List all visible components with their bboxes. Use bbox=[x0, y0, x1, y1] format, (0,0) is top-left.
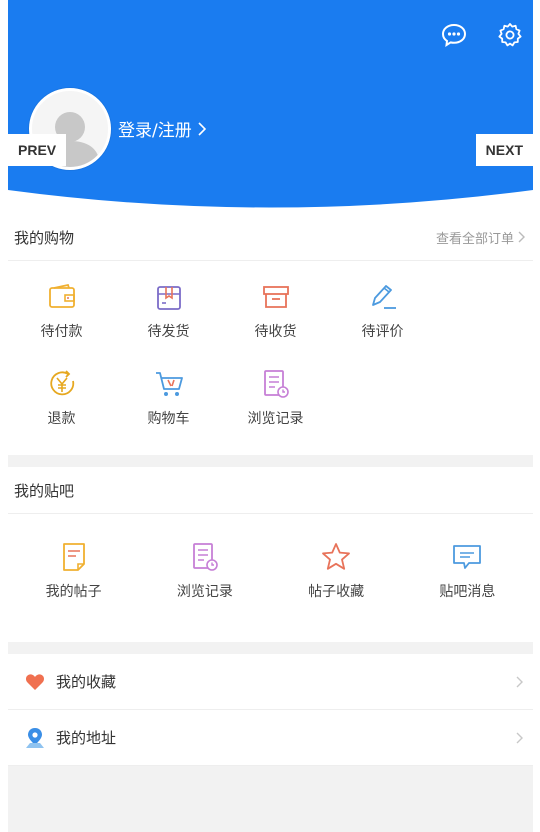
row-label: 我的地址 bbox=[56, 729, 117, 747]
refund-yen-icon bbox=[46, 368, 78, 400]
item-label: 贴吧消息 bbox=[439, 584, 496, 600]
view-all-orders-label: 查看全部订单 bbox=[435, 231, 514, 247]
shopping-cart-item[interactable]: 购物车 bbox=[115, 354, 222, 441]
tieba-messages-item[interactable]: 贴吧消息 bbox=[402, 526, 533, 616]
section-divider bbox=[8, 642, 533, 654]
next-button[interactable]: NEXT bbox=[475, 134, 533, 166]
login-register-label: 登录/注册 bbox=[118, 121, 192, 141]
item-label: 退款 bbox=[47, 410, 76, 427]
tieba-grid: 我的帖子 浏览记录 帖子收藏 贴吧消息 bbox=[8, 514, 533, 642]
shopping-grid: 待付款 待发货 待收货 待评价 退款 购物车 浏览记录 bbox=[8, 261, 533, 455]
wallet-icon bbox=[46, 281, 78, 313]
item-label: 待发货 bbox=[147, 323, 190, 340]
item-label: 待收货 bbox=[254, 323, 297, 340]
gear-icon[interactable] bbox=[495, 20, 525, 50]
my-posts-item[interactable]: 我的帖子 bbox=[8, 526, 139, 616]
star-icon bbox=[320, 541, 352, 573]
browsing-history-item[interactable]: 浏览记录 bbox=[222, 354, 329, 441]
message-icon bbox=[451, 541, 483, 573]
chevron-right-icon bbox=[516, 732, 523, 744]
chevron-right-icon bbox=[516, 676, 523, 688]
item-label: 浏览记录 bbox=[247, 410, 304, 427]
my-tieba-section: 我的贴吧 我的帖子 浏览记录 帖子收藏 贴吧消息 bbox=[8, 467, 533, 642]
my-favorites-row[interactable]: 我的收藏 bbox=[8, 654, 533, 710]
login-register-link[interactable]: 登录/注册 bbox=[118, 116, 206, 141]
item-label: 我的帖子 bbox=[45, 584, 102, 600]
my-tieba-header: 我的贴吧 bbox=[8, 467, 533, 514]
row-label: 我的收藏 bbox=[56, 673, 117, 691]
me-page: 登录/注册 PREV NEXT 我的购物 查看全部订单 待付款 待发货 待收货 … bbox=[8, 0, 533, 832]
pending-payment-item[interactable]: 待付款 bbox=[8, 267, 115, 354]
chevron-right-icon bbox=[518, 231, 525, 243]
menu-list: 我的收藏 我的地址 bbox=[8, 654, 533, 766]
location-pin-icon bbox=[24, 727, 46, 749]
cart-icon bbox=[153, 368, 185, 400]
item-label: 帖子收藏 bbox=[308, 584, 365, 600]
box-icon bbox=[260, 281, 292, 313]
pencil-icon bbox=[367, 281, 399, 313]
chevron-right-icon bbox=[198, 121, 206, 136]
chat-icon[interactable] bbox=[439, 20, 469, 50]
section-title: 我的购物 bbox=[14, 228, 75, 247]
heart-icon bbox=[24, 671, 46, 693]
section-divider bbox=[8, 455, 533, 467]
item-label: 待付款 bbox=[40, 323, 83, 340]
profile-header: 登录/注册 PREV NEXT bbox=[8, 0, 533, 214]
section-title: 我的贴吧 bbox=[14, 481, 75, 500]
my-shopping-section: 我的购物 查看全部订单 待付款 待发货 待收货 待评价 退款 购物车 浏览记录 bbox=[8, 214, 533, 455]
tieba-history-item[interactable]: 浏览记录 bbox=[139, 526, 270, 616]
my-address-row[interactable]: 我的地址 bbox=[8, 710, 533, 766]
pending-review-item[interactable]: 待评价 bbox=[329, 267, 436, 354]
post-favorites-item[interactable]: 帖子收藏 bbox=[271, 526, 402, 616]
refund-item[interactable]: 退款 bbox=[8, 354, 115, 441]
item-label: 购物车 bbox=[147, 410, 190, 427]
item-label: 浏览记录 bbox=[176, 584, 233, 600]
note-icon bbox=[58, 541, 90, 573]
pending-shipment-item[interactable]: 待发货 bbox=[115, 267, 222, 354]
prev-button[interactable]: PREV bbox=[8, 134, 67, 166]
view-all-orders-link[interactable]: 查看全部订单 bbox=[436, 228, 525, 247]
history-list-icon bbox=[260, 368, 292, 400]
item-label: 待评价 bbox=[361, 323, 404, 340]
my-shopping-header: 我的购物 查看全部订单 bbox=[8, 214, 533, 261]
package-icon bbox=[153, 281, 185, 313]
history-list-icon bbox=[189, 541, 221, 573]
pending-receipt-item[interactable]: 待收货 bbox=[222, 267, 329, 354]
